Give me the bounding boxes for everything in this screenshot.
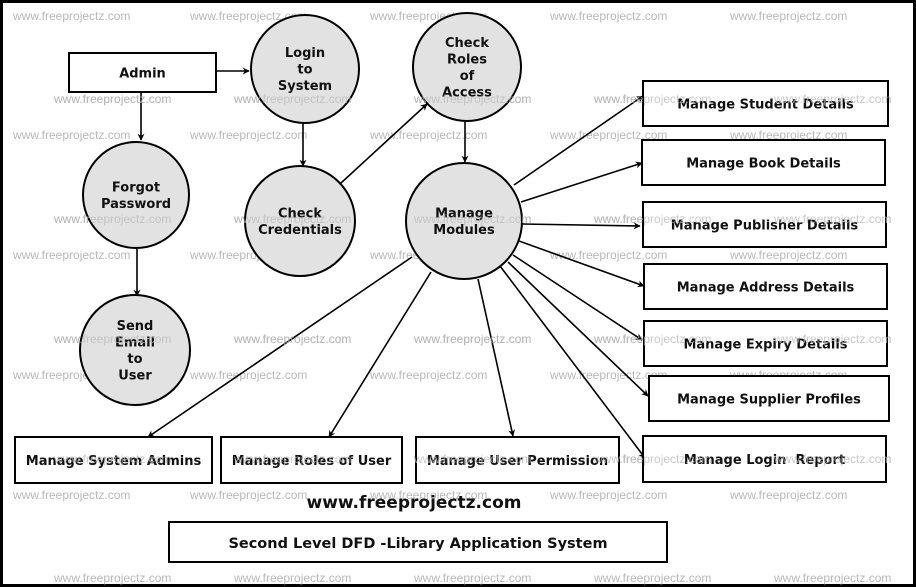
process-label-line: Login bbox=[285, 46, 325, 61]
watermark-text: www.freeprojectz.com bbox=[53, 452, 171, 466]
watermark-text: www.freeprojectz.com bbox=[233, 92, 351, 106]
process-label-line: of bbox=[460, 69, 475, 84]
watermark-text: www.freeprojectz.com bbox=[773, 212, 891, 226]
watermark-text: www.freeprojectz.com bbox=[12, 488, 130, 502]
watermark-text: www.freeprojectz.com bbox=[189, 368, 307, 382]
watermark-text: www.freeprojectz.com bbox=[593, 92, 711, 106]
dfd-diagram: www.freeprojectz.com www.freeprojectz.com… bbox=[0, 0, 916, 587]
watermark-text: www.freeprojectz.com bbox=[729, 9, 847, 23]
watermark-text: www.freeprojectz.com bbox=[233, 332, 351, 346]
watermark-text: www.freeprojectz.com bbox=[729, 488, 847, 502]
watermark-text: www.freeprojectz.com bbox=[773, 92, 891, 106]
module-address: Manage Address Details bbox=[643, 263, 888, 310]
process-label-line: Check bbox=[445, 36, 489, 51]
watermark-text: www.freeprojectz.com bbox=[549, 488, 667, 502]
watermark-text: www.freeprojectz.com bbox=[189, 488, 307, 502]
process-label-line: Forgot bbox=[112, 180, 160, 195]
process-label-line: to bbox=[297, 63, 312, 78]
watermark-text: www.freeprojectz.com bbox=[53, 332, 171, 346]
process-forgot: Forgot Password bbox=[82, 141, 190, 249]
watermark-text: www.freeprojectz.com bbox=[773, 332, 891, 346]
watermark-text: www.freeprojectz.com bbox=[593, 212, 711, 226]
module-label: Manage Supplier Profiles bbox=[677, 393, 861, 408]
watermark-text: www.freeprojectz.com bbox=[549, 248, 667, 262]
watermark-text: www.freeprojectz.com bbox=[53, 92, 171, 106]
watermark-text: www.freeprojectz.com bbox=[413, 332, 531, 346]
entity-label: Admin bbox=[119, 67, 166, 82]
external-entity-admin: Admin bbox=[68, 52, 217, 93]
watermark-text: www.freeprojectz.com bbox=[233, 452, 351, 466]
watermark-text: www.freeprojectz.com bbox=[233, 212, 351, 226]
watermark-text: www.freeprojectz.com bbox=[233, 571, 351, 585]
watermark-text: www.freeprojectz.com bbox=[12, 248, 130, 262]
watermark-text: www.freeprojectz.com bbox=[593, 571, 711, 585]
module-supplier: Manage Supplier Profiles bbox=[648, 375, 890, 422]
module-label: Manage Address Details bbox=[677, 281, 855, 296]
site-label: www.freeprojectz.com bbox=[307, 493, 522, 513]
watermark-text: www.freeprojectz.com bbox=[729, 248, 847, 262]
process-label-line: Password bbox=[101, 197, 171, 212]
process-label-line: Roles bbox=[447, 52, 487, 67]
process-label-line: to bbox=[127, 352, 142, 367]
process-email: SendEmailtoUser bbox=[79, 294, 191, 406]
watermark-text: www.freeprojectz.com bbox=[12, 9, 130, 23]
watermark-text: www.freeprojectz.com bbox=[773, 571, 891, 585]
process-label-line: User bbox=[118, 368, 152, 383]
watermark-text: www.freeprojectz.com bbox=[53, 212, 171, 226]
module-label: Manage Book Details bbox=[686, 157, 841, 172]
diagram-title: Second Level DFD -Library Application Sy… bbox=[228, 536, 607, 552]
watermark-text: www.freeprojectz.com bbox=[12, 128, 130, 142]
watermark-text: www.freeprojectz.com bbox=[413, 92, 531, 106]
watermark-text: www.freeprojectz.com bbox=[593, 332, 711, 346]
watermark-text: www.freeprojectz.com bbox=[369, 368, 487, 382]
watermark-text: www.freeprojectz.com bbox=[413, 452, 531, 466]
process-login: LogintoSystem bbox=[250, 14, 360, 124]
watermark-text: www.freeprojectz.com bbox=[773, 452, 891, 466]
watermark-text: www.freeprojectz.com bbox=[593, 452, 711, 466]
watermark-text: www.freeprojectz.com bbox=[189, 128, 307, 142]
watermark-text: www.freeprojectz.com bbox=[549, 9, 667, 23]
module-book: Manage Book Details bbox=[641, 139, 886, 186]
watermark-text: www.freeprojectz.com bbox=[413, 212, 531, 226]
watermark-text: www.freeprojectz.com bbox=[413, 571, 531, 585]
watermark-text: www.freeprojectz.com bbox=[53, 571, 171, 585]
